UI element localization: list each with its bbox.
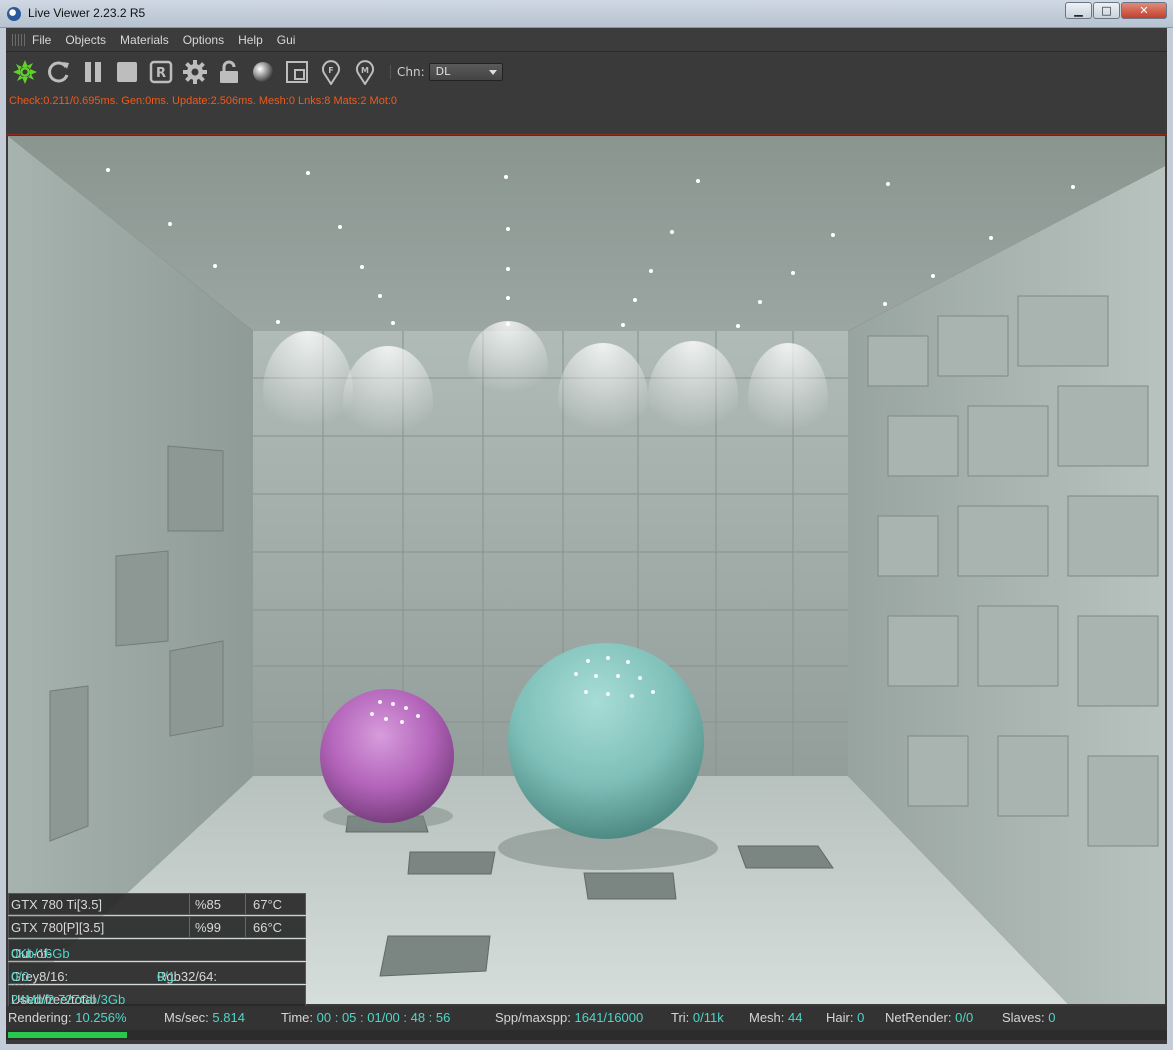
gpu-load: %85: [195, 897, 222, 912]
minimize-button[interactable]: ▁: [1065, 2, 1092, 19]
menu-gui[interactable]: Gui: [277, 33, 296, 47]
stats-text: Check:0.211/0.695ms. Gen:0ms. Update:2.5…: [9, 95, 398, 107]
gpu-temp: 66°C: [253, 920, 283, 935]
focus-pin-icon: F: [322, 60, 340, 85]
rendering-value: 10.256%: [75, 1010, 127, 1025]
gpu-name: GTX 780[P][3.5]: [11, 920, 105, 935]
channel-label: Chn:: [390, 65, 425, 79]
vram-value: 24Mb/2.727Gb/3Gb: [11, 992, 126, 1007]
render-progress-bar: [8, 1032, 127, 1038]
hair-label: Hair:: [826, 1010, 854, 1025]
rendered-scene: [8, 136, 1165, 1004]
channel-value: DL: [435, 65, 451, 78]
menu-options[interactable]: Options: [183, 33, 224, 47]
material-sphere-icon: [253, 62, 273, 82]
pause-icon: [85, 62, 101, 82]
out-of-core-row: Out-of-core used/max:0Kb/16Gb: [8, 939, 306, 991]
stats-line: Check:0.211/0.695ms. Gen:0ms. Update:2.5…: [6, 91, 1167, 135]
spp-value: 1641/16000: [574, 1010, 644, 1025]
maximize-button[interactable]: □: [1093, 2, 1120, 19]
render-icon: [13, 60, 37, 84]
clay-icon: [286, 61, 308, 83]
close-button[interactable]: ✕: [1121, 2, 1167, 19]
spp-label: Spp/maxspp:: [495, 1010, 571, 1025]
netrender-label: NetRender:: [885, 1010, 952, 1025]
gpu-temp: 67°C: [253, 897, 283, 912]
toolbar: R F M Chn: DL: [6, 53, 1167, 91]
vram-row: Used/free/total vram: 24Mb/2.727Gb/3Gb: [8, 985, 306, 1022]
ooc-value: 0Kb/16Gb: [11, 946, 70, 961]
render-viewport[interactable]: [8, 136, 1165, 1004]
stop-icon: [117, 62, 137, 82]
svg-text:F: F: [328, 66, 333, 75]
texture-row: Grey8/16: 0/0 Rgb32/64: 0/1: [8, 962, 306, 984]
region-button[interactable]: R: [146, 57, 176, 87]
mesh-label: Mesh:: [749, 1010, 785, 1025]
slaves-label: Slaves:: [1002, 1010, 1045, 1025]
settings-button[interactable]: [180, 57, 210, 87]
gpu-name: GTX 780 Ti[3.5]: [11, 897, 103, 912]
tri-label: Tri:: [671, 1010, 690, 1025]
channel-select[interactable]: DL: [428, 63, 503, 81]
svg-text:M: M: [361, 66, 369, 75]
gpu-load: %99: [195, 920, 222, 935]
netrender-value: 0/0: [955, 1010, 974, 1025]
region-icon: R: [149, 60, 173, 84]
lock-button[interactable]: [214, 57, 244, 87]
hair-value: 0: [857, 1010, 865, 1025]
rendering-label: Rendering:: [8, 1010, 72, 1025]
rgb-value: 0/1: [157, 969, 176, 984]
gpu-row: GTX 780[P][3.5] %99 66°C: [8, 916, 306, 938]
menu-bar: File Objects Materials Options Help Gui: [6, 28, 1167, 52]
window-title: Live Viewer 2.23.2 R5: [28, 6, 146, 20]
gpu-info-panel: GTX 780 Ti[3.5] %85 67°C GTX 780[P][3.5]…: [8, 893, 306, 1022]
svg-text:R: R: [156, 66, 166, 81]
time-value: 00 : 05 : 01/00 : 48 : 56: [316, 1010, 451, 1025]
stop-button[interactable]: [112, 57, 142, 87]
tri-value: 0/11k: [692, 1010, 724, 1025]
clay-button[interactable]: [282, 57, 312, 87]
restart-button[interactable]: [44, 57, 74, 87]
restart-icon: [48, 61, 69, 83]
menu-materials[interactable]: Materials: [120, 33, 169, 47]
render-button[interactable]: [10, 57, 40, 87]
slaves-value: 0: [1048, 1010, 1056, 1025]
settings-icon: [183, 60, 207, 84]
mesh-value: 44: [788, 1010, 803, 1025]
focus-pin-button[interactable]: F: [316, 57, 346, 87]
material-pin-icon: M: [356, 60, 374, 85]
menu-objects[interactable]: Objects: [65, 33, 106, 47]
grip-icon: [12, 33, 26, 46]
time-label: Time:: [281, 1010, 314, 1025]
grey-value: 0/0: [11, 969, 30, 984]
chevron-down-icon: [488, 70, 497, 75]
menu-help[interactable]: Help: [238, 33, 263, 47]
progress-track: [6, 1030, 1167, 1040]
window-controls: ▁ □ ✕: [1065, 2, 1167, 19]
status-bar: Rendering: 10.256% Ms/sec: 5.814 Time: 0…: [6, 1006, 1167, 1030]
gpu-row: GTX 780 Ti[3.5] %85 67°C: [8, 893, 306, 915]
menu-file[interactable]: File: [32, 33, 51, 47]
app-icon: [7, 7, 21, 21]
material-pin-button[interactable]: M: [350, 57, 380, 87]
title-bar: Live Viewer 2.23.2 R5 ▁ □ ✕: [0, 0, 1173, 28]
lock-icon: [220, 60, 238, 83]
pause-button[interactable]: [78, 57, 108, 87]
ms-value: 5.814: [212, 1010, 245, 1025]
ms-label: Ms/sec:: [164, 1010, 209, 1025]
material-sphere-button[interactable]: [248, 57, 278, 87]
